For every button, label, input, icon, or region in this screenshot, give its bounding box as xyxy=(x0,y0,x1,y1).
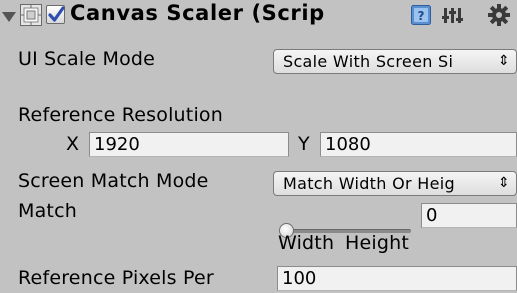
match-height-caption: Height xyxy=(345,232,410,254)
ui-scale-mode-label: UI Scale Mode xyxy=(18,48,156,70)
screen-match-mode-value: Match Width Or Heig xyxy=(283,174,455,193)
reference-resolution-y-field[interactable]: 1080 xyxy=(320,132,517,157)
dropdown-arrow-icon: ⇕ xyxy=(497,175,510,191)
reference-pixels-per-unit-field[interactable]: 100 xyxy=(277,266,517,291)
dropdown-arrow-icon: ⇕ xyxy=(497,53,510,69)
ui-scale-mode-dropdown[interactable]: Scale With Screen Si ⇕ xyxy=(273,49,517,74)
foldout-arrow-icon[interactable] xyxy=(2,12,16,22)
screen-match-mode-label: Screen Match Mode xyxy=(18,170,209,192)
presets-icon[interactable] xyxy=(442,4,464,26)
svg-text:?: ? xyxy=(418,9,425,23)
reference-resolution-x-field[interactable]: 1920 xyxy=(89,132,289,157)
x-label[interactable]: X xyxy=(66,133,79,155)
reference-pixels-per-unit-label: Reference Pixels Per xyxy=(18,267,214,289)
match-width-caption: Width xyxy=(278,232,335,254)
checkmark-icon xyxy=(48,6,65,22)
enable-checkbox[interactable] xyxy=(46,5,65,24)
y-label[interactable]: Y xyxy=(298,133,310,155)
ui-scale-mode-value: Scale With Screen Si xyxy=(283,52,454,71)
canvas-scaler-icon xyxy=(20,4,42,26)
component-title: Canvas Scaler (Scrip xyxy=(70,1,325,25)
reference-resolution-label: Reference Resolution xyxy=(18,104,223,126)
match-label: Match xyxy=(18,200,77,222)
gear-icon[interactable] xyxy=(487,3,517,27)
screen-match-mode-dropdown[interactable]: Match Width Or Heig ⇕ xyxy=(273,171,517,196)
match-value-field[interactable]: 0 xyxy=(421,203,517,228)
help-icon[interactable]: ? xyxy=(411,5,431,25)
